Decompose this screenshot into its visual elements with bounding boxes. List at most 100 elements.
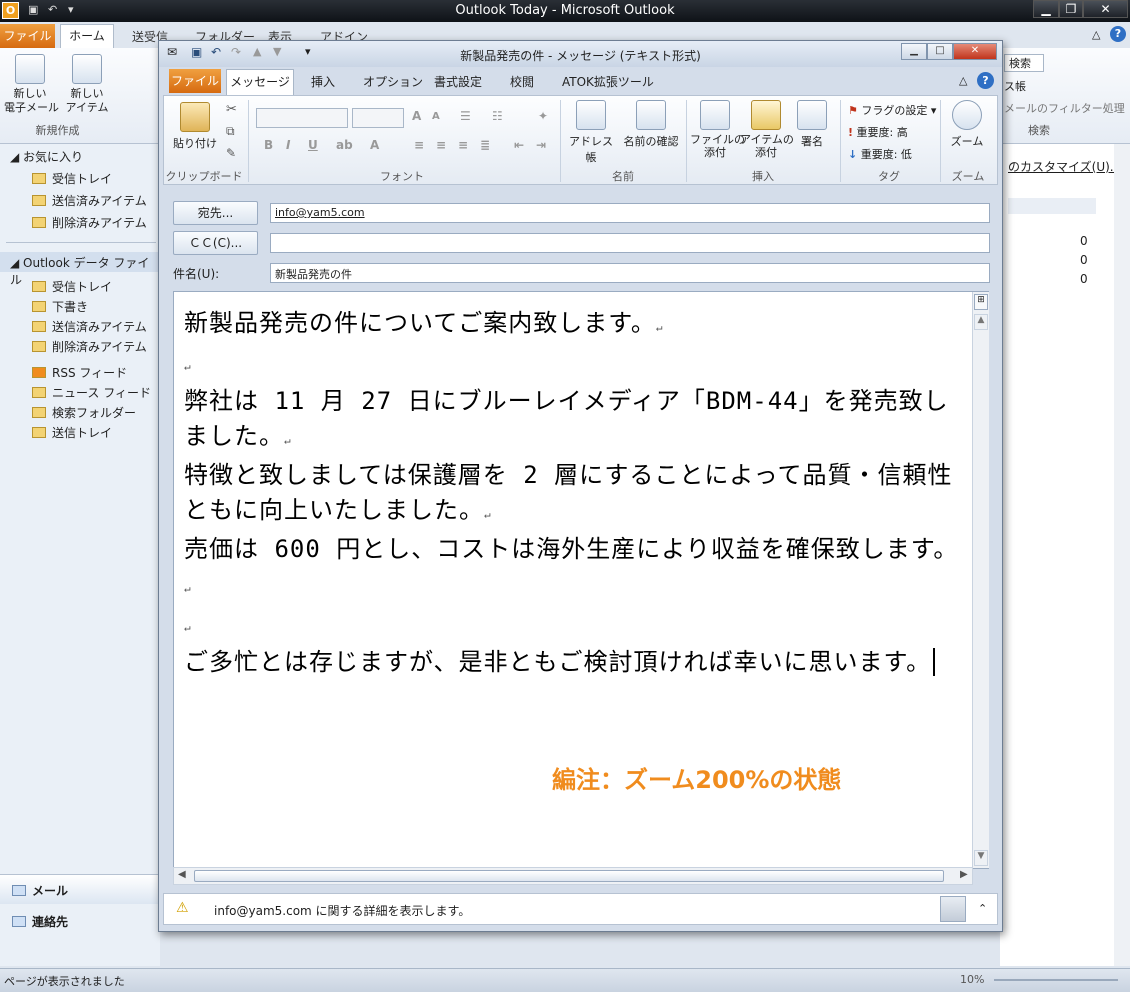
body-horizontal-scrollbar[interactable]: ◀ ▶ (173, 867, 973, 885)
check-names-button[interactable]: 名前の確認 (620, 100, 682, 149)
compose-tab-options[interactable]: オプション (363, 73, 423, 90)
compose-tab-atok[interactable]: ATOK拡張ツール (562, 73, 654, 90)
count-inbox: 0 (1080, 234, 1088, 248)
align-left-icon[interactable]: ≡ (414, 138, 424, 152)
nav-search-folders[interactable]: 検索フォルダー (32, 404, 136, 421)
main-tab-file[interactable]: ファイル (0, 24, 55, 48)
outbox-icon (32, 427, 46, 438)
numbering-icon[interactable]: ☷ (492, 109, 503, 123)
datafile-header[interactable]: ◢ Outlook データ ファイル (0, 252, 160, 287)
main-tab-home[interactable]: ホーム (60, 24, 114, 49)
format-painter-icon[interactable]: ✎ (226, 146, 236, 160)
to-field[interactable]: info@yam5.com (270, 203, 990, 223)
search-people-field[interactable]: 検索 (1004, 54, 1044, 72)
scroll-down-icon[interactable]: ▼ (974, 850, 988, 866)
scroll-thumb[interactable] (194, 870, 944, 882)
bullets-icon[interactable]: ☰ (460, 109, 471, 123)
cut-icon[interactable]: ✂ (226, 102, 237, 117)
compose-tab-review[interactable]: 校閲 (510, 73, 534, 90)
main-vertical-scrollbar[interactable] (1114, 144, 1130, 966)
nav-favorites-sent[interactable]: 送信済みアイテム (32, 192, 147, 209)
body-line: ご多忙とは存じますが、是非ともご検討頂ければ幸いに思います。 (184, 645, 964, 680)
low-importance-button[interactable]: ↓ 重要度: 低 (848, 146, 912, 162)
restore-button[interactable]: ❐ (1059, 0, 1083, 18)
message-body-text[interactable]: 新製品発売の件についてご案内致します。↵ ↵ 弊社は 11 月 27 日にブルー… (184, 306, 964, 680)
compose-minimize-button[interactable]: ▁ (901, 43, 927, 60)
contacts-icon (12, 916, 26, 927)
nav-favorites-deleted[interactable]: 削除済みアイテム (32, 214, 147, 231)
font-size-dropdown[interactable] (352, 108, 404, 128)
compose-tab-insert[interactable]: 挿入 (311, 73, 335, 90)
filter-email-button[interactable]: メールのフィルター処理 (1004, 100, 1125, 116)
paste-button[interactable]: 貼り付け (172, 102, 218, 151)
bold-icon[interactable]: B (264, 138, 273, 152)
collapse-ribbon-icon[interactable]: △ (959, 74, 967, 87)
attach-item-button[interactable]: アイテムの 添付 (740, 100, 794, 159)
copy-icon[interactable]: ⧉ (226, 124, 235, 139)
cc-field[interactable] (270, 233, 990, 253)
new-mail-button[interactable]: 新しい 電子メール (4, 54, 59, 115)
decrease-indent-icon[interactable]: ⇤ (514, 138, 524, 152)
trash-icon (32, 217, 46, 228)
favorites-header[interactable]: ◢ お気に入り (10, 148, 83, 165)
italic-icon[interactable]: I (286, 138, 290, 152)
nav-outbox[interactable]: 送信トレイ (32, 424, 112, 441)
high-importance-button[interactable]: ! 重要度: 高 (848, 124, 908, 140)
minimize-button[interactable]: ▁ (1033, 0, 1059, 18)
underline-icon[interactable]: U (308, 138, 318, 152)
compose-tab-format[interactable]: 書式設定 (434, 73, 482, 90)
address-book-label[interactable]: ス帳 (1004, 78, 1026, 94)
align-center-icon[interactable]: ≡ (436, 138, 446, 152)
customize-outlook-today-link[interactable]: のカスタマイズ(U)... (1008, 158, 1121, 175)
help-icon[interactable]: ? (977, 72, 994, 89)
nav-mail-button[interactable]: メール (0, 874, 160, 904)
magnifier-icon (952, 100, 982, 130)
grow-font-icon[interactable]: A (412, 109, 421, 123)
collapse-ribbon-icon[interactable]: △ (1092, 28, 1100, 41)
compose-tab-message[interactable]: メッセージ (226, 69, 294, 95)
styles-icon[interactable]: ✦ (538, 109, 548, 123)
nav-inbox[interactable]: 受信トレイ (32, 278, 112, 295)
help-icon[interactable]: ? (1110, 26, 1126, 42)
to-button[interactable]: 宛先... (173, 201, 258, 225)
body-line: ↵ (184, 345, 964, 384)
nav-sent[interactable]: 送信済みアイテム (32, 318, 147, 335)
attach-file-button[interactable]: ファイルの 添付 (690, 100, 745, 159)
drafts-icon (32, 301, 46, 312)
message-body[interactable]: 新製品発売の件についてご案内致します。↵ ↵ 弊社は 11 月 27 日にブルー… (173, 291, 989, 869)
justify-icon[interactable]: ≣ (480, 138, 490, 152)
compose-close-button[interactable]: ✕ (953, 43, 997, 60)
align-right-icon[interactable]: ≡ (458, 138, 468, 152)
avatar[interactable] (940, 896, 966, 922)
scroll-up-icon[interactable]: ▲ (974, 314, 988, 330)
nav-rss[interactable]: RSS フィード (32, 364, 127, 381)
nav-favorites-inbox[interactable]: 受信トレイ (32, 170, 112, 187)
follow-up-flag-button[interactable]: ⚑ フラグの設定 ▾ (848, 102, 936, 118)
highlight-icon[interactable]: ab (336, 138, 353, 152)
ruler-toggle-icon[interactable]: ⊞ (974, 294, 988, 310)
scroll-right-icon[interactable]: ▶ (960, 869, 968, 880)
font-color-icon[interactable]: A (370, 138, 379, 152)
compose-maximize-button[interactable]: □ (927, 43, 953, 60)
new-items-button[interactable]: 新しい アイテム (62, 54, 112, 115)
increase-indent-icon[interactable]: ⇥ (536, 138, 546, 152)
scroll-left-icon[interactable]: ◀ (178, 869, 186, 880)
expand-people-pane-icon[interactable]: ⌃ (978, 902, 987, 915)
zoom-button[interactable]: ズーム (944, 100, 990, 149)
return-mark-icon: ↵ (655, 321, 664, 334)
close-button[interactable]: ✕ (1083, 0, 1128, 18)
cc-button[interactable]: ＣＣ(C)... (173, 231, 258, 255)
signature-button[interactable]: 署名 (794, 100, 830, 149)
nav-news[interactable]: ニュース フィード (32, 384, 151, 401)
return-mark-icon: ↵ (284, 434, 292, 447)
nav-deleted[interactable]: 削除済みアイテム (32, 338, 147, 355)
address-book-button[interactable]: アドレス帳 (564, 100, 618, 165)
compose-tab-file[interactable]: ファイル (169, 69, 221, 93)
zoom-slider[interactable] (994, 979, 1118, 981)
font-name-dropdown[interactable] (256, 108, 348, 128)
body-vertical-scrollbar[interactable]: ⊞ ▲ ▼ (972, 292, 989, 868)
nav-drafts[interactable]: 下書き (32, 298, 88, 315)
nav-contacts-button[interactable]: 連絡先 (0, 906, 160, 936)
subject-field[interactable]: 新製品発売の件 (270, 263, 990, 283)
shrink-font-icon[interactable]: A (432, 111, 440, 122)
